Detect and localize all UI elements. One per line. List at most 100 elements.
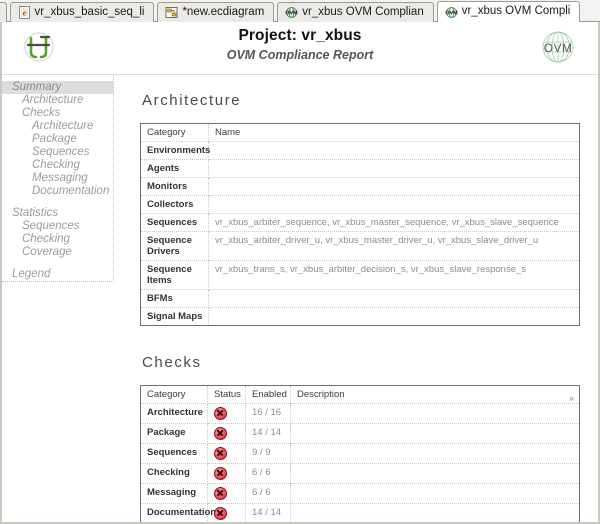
- ovm-icon: OVM: [285, 6, 298, 19]
- fail-x-icon: [214, 507, 227, 520]
- sidebar-item-coverage[interactable]: Coverage: [2, 246, 113, 259]
- page-title: Project: vr_xbus: [238, 27, 362, 44]
- table-row: Environments: [140, 141, 580, 160]
- sidebar-item-checks[interactable]: Checks: [2, 107, 113, 120]
- editor-tab-3[interactable]: OVM vr_xbus OVM Complian: [277, 2, 434, 22]
- e-file-icon: e: [18, 6, 31, 19]
- fail-x-icon: [214, 467, 227, 480]
- checks-category-cell: Sequences: [140, 443, 208, 464]
- table-row: Documentation 14 / 14: [140, 503, 580, 523]
- table-row: Sequences 9 / 9: [140, 443, 580, 464]
- editor-tab-1[interactable]: e vr_xbus_basic_seq_li: [9, 2, 155, 22]
- fail-x-icon: [214, 487, 227, 500]
- sidebar-item-checking[interactable]: Checking: [2, 159, 113, 172]
- sidebar-item-legend[interactable]: Legend: [2, 268, 113, 281]
- editor-tab-2[interactable]: *new.ecdiagram: [157, 2, 275, 22]
- status-badge: [207, 483, 246, 504]
- sidebar-item-summary[interactable]: Summary: [2, 81, 113, 94]
- checks-description-cell: [290, 403, 580, 424]
- sidebar-item-messaging[interactable]: Messaging: [2, 172, 113, 185]
- editor-tab-label: vr_xbus OVM Complian: [302, 5, 424, 18]
- architecture-name-cell: [208, 195, 580, 214]
- table-row: Agents: [140, 159, 580, 178]
- checks-category-cell: Checking: [140, 463, 208, 484]
- checks-category-cell: Documentation: [140, 503, 216, 522]
- checks-enabled-cell: 6 / 6: [245, 483, 291, 504]
- table-row: Signal Maps: [140, 307, 580, 326]
- editor-tab-4[interactable]: OVM vr_xbus OVM Compli: [436, 1, 581, 22]
- ovm-icon: OVM: [445, 6, 458, 19]
- svg-text:OVM: OVM: [445, 10, 458, 16]
- table-row: Package 14 / 14: [140, 423, 580, 444]
- svg-text:e: e: [22, 9, 26, 18]
- table-row: BFMs: [140, 289, 580, 308]
- table-header-row: Category Status Enabled Description »: [140, 385, 580, 404]
- architecture-name-cell: [208, 141, 580, 160]
- sidebar-item-statistics[interactable]: Statistics: [2, 207, 113, 220]
- checks-description-cell: [291, 504, 580, 523]
- report-body: Summary Architecture Checks Architecture Pac…: [2, 75, 598, 522]
- column-header-category: Category: [140, 385, 208, 404]
- column-header-enabled: Enabled: [245, 385, 291, 404]
- ovm-globe-logo-icon: OVM: [536, 27, 580, 67]
- status-badge: [207, 403, 246, 424]
- sidebar-item-package[interactable]: Package: [2, 133, 113, 146]
- svg-text:OVM: OVM: [286, 11, 299, 17]
- table-row: Checking 6 / 6: [140, 463, 580, 484]
- report-content: Architecture Category Name Environments A…: [114, 75, 598, 522]
- checks-enabled-cell: 14 / 14: [245, 503, 291, 522]
- fail-x-icon: [214, 407, 227, 420]
- sidebar-item-architecture[interactable]: Architecture: [2, 120, 113, 133]
- architecture-name-cell: vr_xbus_arbiter_driver_u, vr_xbus_master…: [208, 231, 580, 261]
- table-row: Sequence Drivers vr_xbus_arbiter_driver_u…: [140, 231, 580, 261]
- architecture-category-cell: Sequence Items: [140, 260, 209, 290]
- sidebar-item-documentation[interactable]: Documentation: [2, 185, 113, 198]
- architecture-name-cell: [208, 159, 580, 178]
- column-header-description: Description »: [290, 385, 580, 404]
- sidebar-item-sequences[interactable]: Sequences: [2, 220, 113, 233]
- double-chevron-down-icon[interactable]: »: [569, 394, 578, 403]
- report-sidebar-nav: Summary Architecture Checks Architecture Pac…: [2, 75, 114, 282]
- table-row: Sequences vr_xbus_arbiter_sequence, vr_xb…: [140, 213, 580, 232]
- sidebar-item-checking[interactable]: Checking: [2, 233, 113, 246]
- checks-table: Category Status Enabled Description » Ar…: [140, 385, 580, 522]
- checks-section-title: Checks: [142, 354, 202, 371]
- table-row: Sequence Items vr_xbus_trans_s, vr_xbus_a…: [140, 260, 580, 290]
- architecture-name-cell: [208, 289, 580, 308]
- editor-tab-label: vr_xbus OVM Compli: [461, 5, 571, 18]
- status-badge: [207, 423, 246, 444]
- architecture-name-cell: [208, 177, 580, 196]
- architecture-category-cell: Monitors: [140, 177, 209, 196]
- checks-enabled-cell: 14 / 14: [245, 423, 291, 444]
- fail-x-icon: [214, 427, 227, 440]
- report-title-block: Project: vr_xbus OVM Compliance Report: [2, 27, 598, 62]
- architecture-category-cell: BFMs: [140, 289, 209, 308]
- architecture-category-cell: Sequence Drivers: [140, 231, 209, 261]
- svg-text:OVM: OVM: [544, 41, 573, 55]
- architecture-section-title: Architecture: [142, 92, 242, 109]
- architecture-name-cell: vr_xbus_arbiter_sequence, vr_xbus_master…: [208, 213, 580, 232]
- architecture-category-cell: Agents: [140, 159, 209, 178]
- column-header-name: Name: [208, 123, 580, 142]
- column-header-status: Status: [207, 385, 246, 404]
- checks-enabled-cell: 16 / 16: [245, 403, 291, 424]
- table-header-row: Category Name: [140, 123, 580, 142]
- architecture-name-cell: [209, 308, 580, 326]
- architecture-category-cell: Collectors: [140, 195, 209, 214]
- sidebar-item-sequences[interactable]: Sequences: [2, 146, 113, 159]
- page-subtitle: OVM Compliance Report: [226, 48, 374, 62]
- column-header-category: Category: [140, 123, 209, 142]
- checks-enabled-cell: 6 / 6: [245, 463, 291, 484]
- checks-category-cell: Messaging: [140, 483, 208, 504]
- editor-tab-0[interactable]: r_xbus_top.e: [0, 2, 7, 22]
- diagram-file-icon: [165, 6, 178, 19]
- report-viewport: Project: vr_xbus OVM Compliance Report O…: [0, 22, 600, 524]
- status-badge: [207, 503, 246, 522]
- checks-description-cell: [290, 423, 580, 444]
- editor-tab-label: *new.ecdiagram: [182, 5, 265, 18]
- checks-category-cell: Architecture: [140, 403, 208, 424]
- sidebar-item-architecture[interactable]: Architecture: [2, 94, 113, 107]
- architecture-category-cell: Sequences: [140, 213, 209, 232]
- table-row: Architecture 16 / 16: [140, 403, 580, 424]
